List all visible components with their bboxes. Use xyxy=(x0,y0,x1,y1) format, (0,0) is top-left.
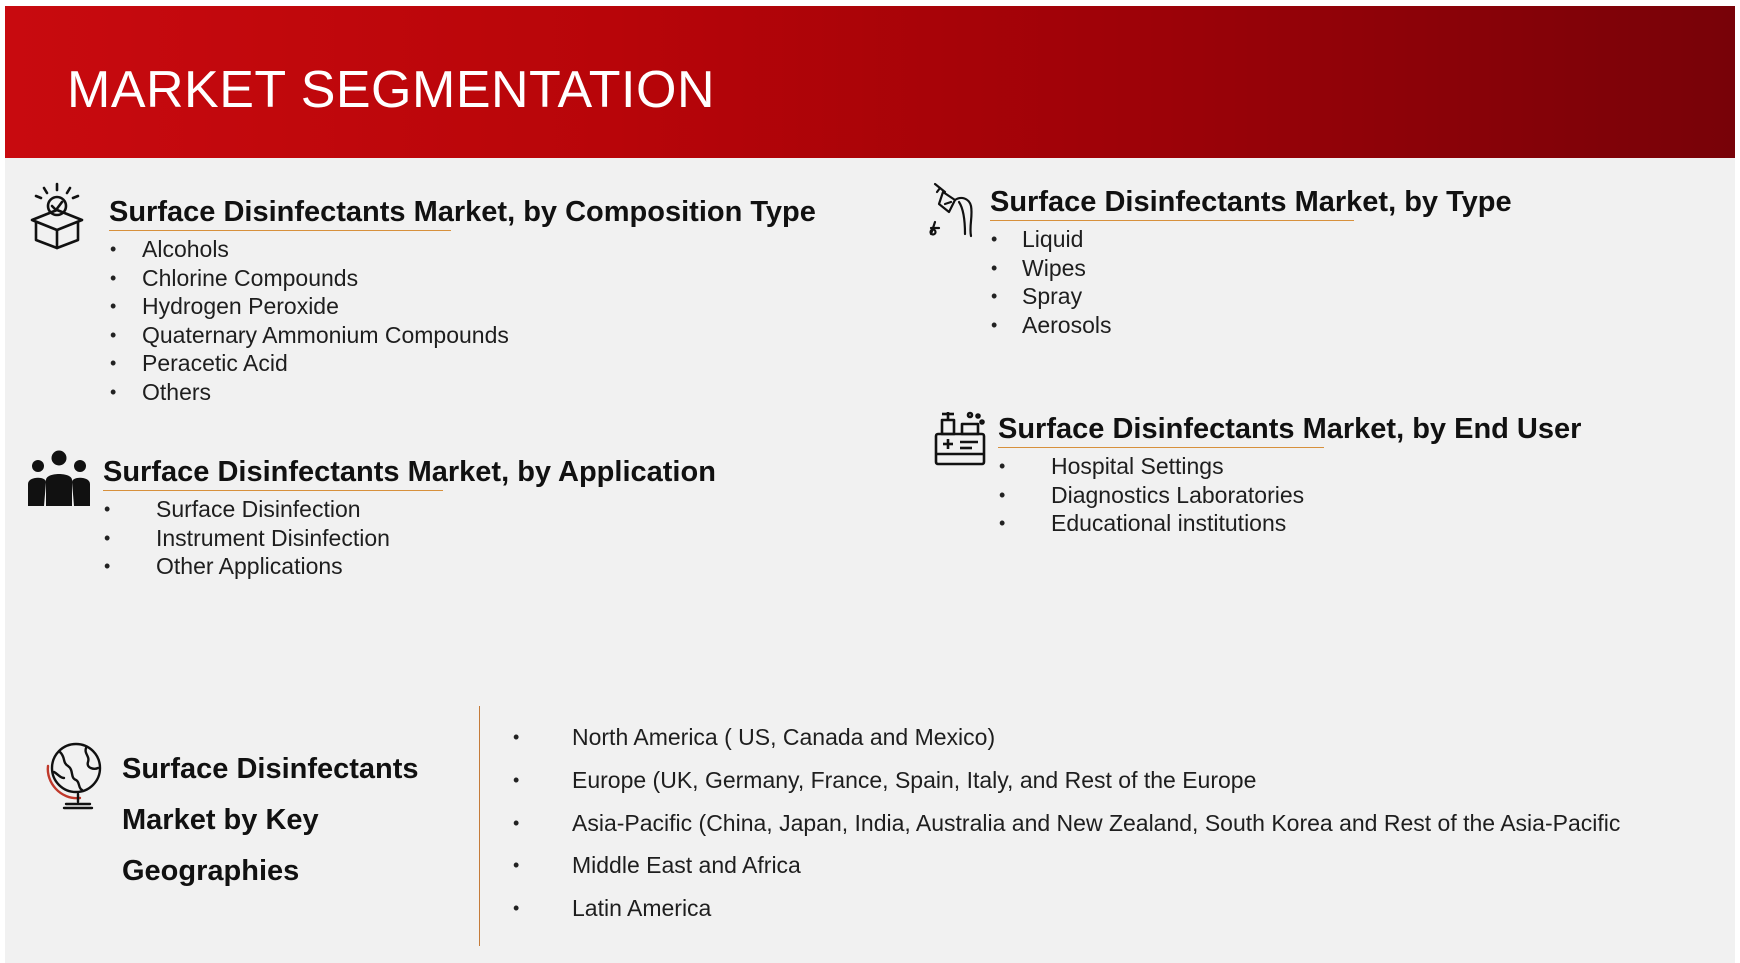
bullet: • xyxy=(991,257,998,278)
list-item-label: Surface Disinfection xyxy=(156,496,361,522)
list-item-label: Aerosols xyxy=(1022,311,1112,338)
list-item-label: Others xyxy=(142,378,212,405)
bullet: • xyxy=(513,727,520,747)
divider xyxy=(479,706,480,946)
bullet: • xyxy=(104,556,111,577)
bullet: • xyxy=(513,898,520,919)
bullet: • xyxy=(513,812,520,833)
bullet: • xyxy=(991,314,998,335)
bullet: • xyxy=(991,286,998,307)
application-title-underline xyxy=(103,490,443,491)
composition-title-underline xyxy=(109,230,451,231)
list-item-label: Latin America xyxy=(572,895,712,922)
bullet: • xyxy=(110,353,117,374)
list-item-label: Asia-Pacific (China, Japan, India, Austr… xyxy=(572,809,1621,836)
people-group-icon xyxy=(26,450,92,513)
geography-title-line: Surface Disinfectants xyxy=(122,753,419,785)
bullet: • xyxy=(513,769,520,790)
list-item-label: Liquid xyxy=(1022,226,1084,252)
end-user-title: Surface Disinfectants Market, by End Use… xyxy=(998,413,1582,445)
bullet: • xyxy=(104,499,111,519)
list-item-label: Peracetic Acid xyxy=(142,350,288,377)
list-item-label: Instrument Disinfection xyxy=(156,524,390,551)
application-title: Surface Disinfectants Market, by Applica… xyxy=(103,456,716,488)
syringe-icon xyxy=(925,182,977,245)
list-item-label: Educational institutions xyxy=(1051,510,1287,537)
bullet: • xyxy=(110,267,117,288)
bullet: • xyxy=(513,855,520,876)
bullet: • xyxy=(999,513,1006,534)
page-title: MARKET SEGMENTATION xyxy=(67,61,715,119)
list-item-label: Alcohols xyxy=(142,236,229,262)
list-item-label: Other Applications xyxy=(156,553,343,580)
list-item-label: Diagnostics Laboratories xyxy=(1051,481,1305,508)
list-item-label: Hydrogen Peroxide xyxy=(142,293,339,320)
list-item-label: Hospital Settings xyxy=(1051,453,1224,479)
type-title-underline xyxy=(990,220,1354,221)
bullet: • xyxy=(999,484,1006,505)
bullet: • xyxy=(110,324,117,345)
composition-title: Surface Disinfectants Market, by Composi… xyxy=(109,196,816,228)
geography-title-line: Market by Key xyxy=(122,804,319,836)
list-item-label: Spray xyxy=(1022,283,1083,310)
list-item-label: Chlorine Compounds xyxy=(142,264,359,291)
bullet: • xyxy=(104,527,111,548)
bullet: • xyxy=(110,239,117,259)
geography-title: Surface Disinfectants Market by Key Geog… xyxy=(122,744,442,897)
list-item-label: Europe (UK, Germany, France, Spain, Ital… xyxy=(572,766,1257,793)
type-title: Surface Disinfectants Market, by Type xyxy=(990,186,1512,218)
geography-title-line: Geographies xyxy=(122,855,300,887)
end-user-title-underline xyxy=(998,447,1324,448)
list-item-label: North America ( US, Canada and Mexico) xyxy=(572,724,996,750)
bullet: • xyxy=(999,456,1006,476)
bullet: • xyxy=(991,229,998,249)
bullet: • xyxy=(110,296,117,317)
list-item-label: Wipes xyxy=(1022,254,1086,281)
list-item-label: Quaternary Ammonium Compounds xyxy=(142,321,509,348)
list-item-label: Middle East and Africa xyxy=(572,852,801,879)
bullet: • xyxy=(110,381,117,402)
title-banner: MARKET SEGMENTATION xyxy=(5,6,1735,158)
box-check-icon xyxy=(28,182,86,255)
globe-icon xyxy=(40,738,106,815)
medical-kit-icon xyxy=(932,410,988,471)
